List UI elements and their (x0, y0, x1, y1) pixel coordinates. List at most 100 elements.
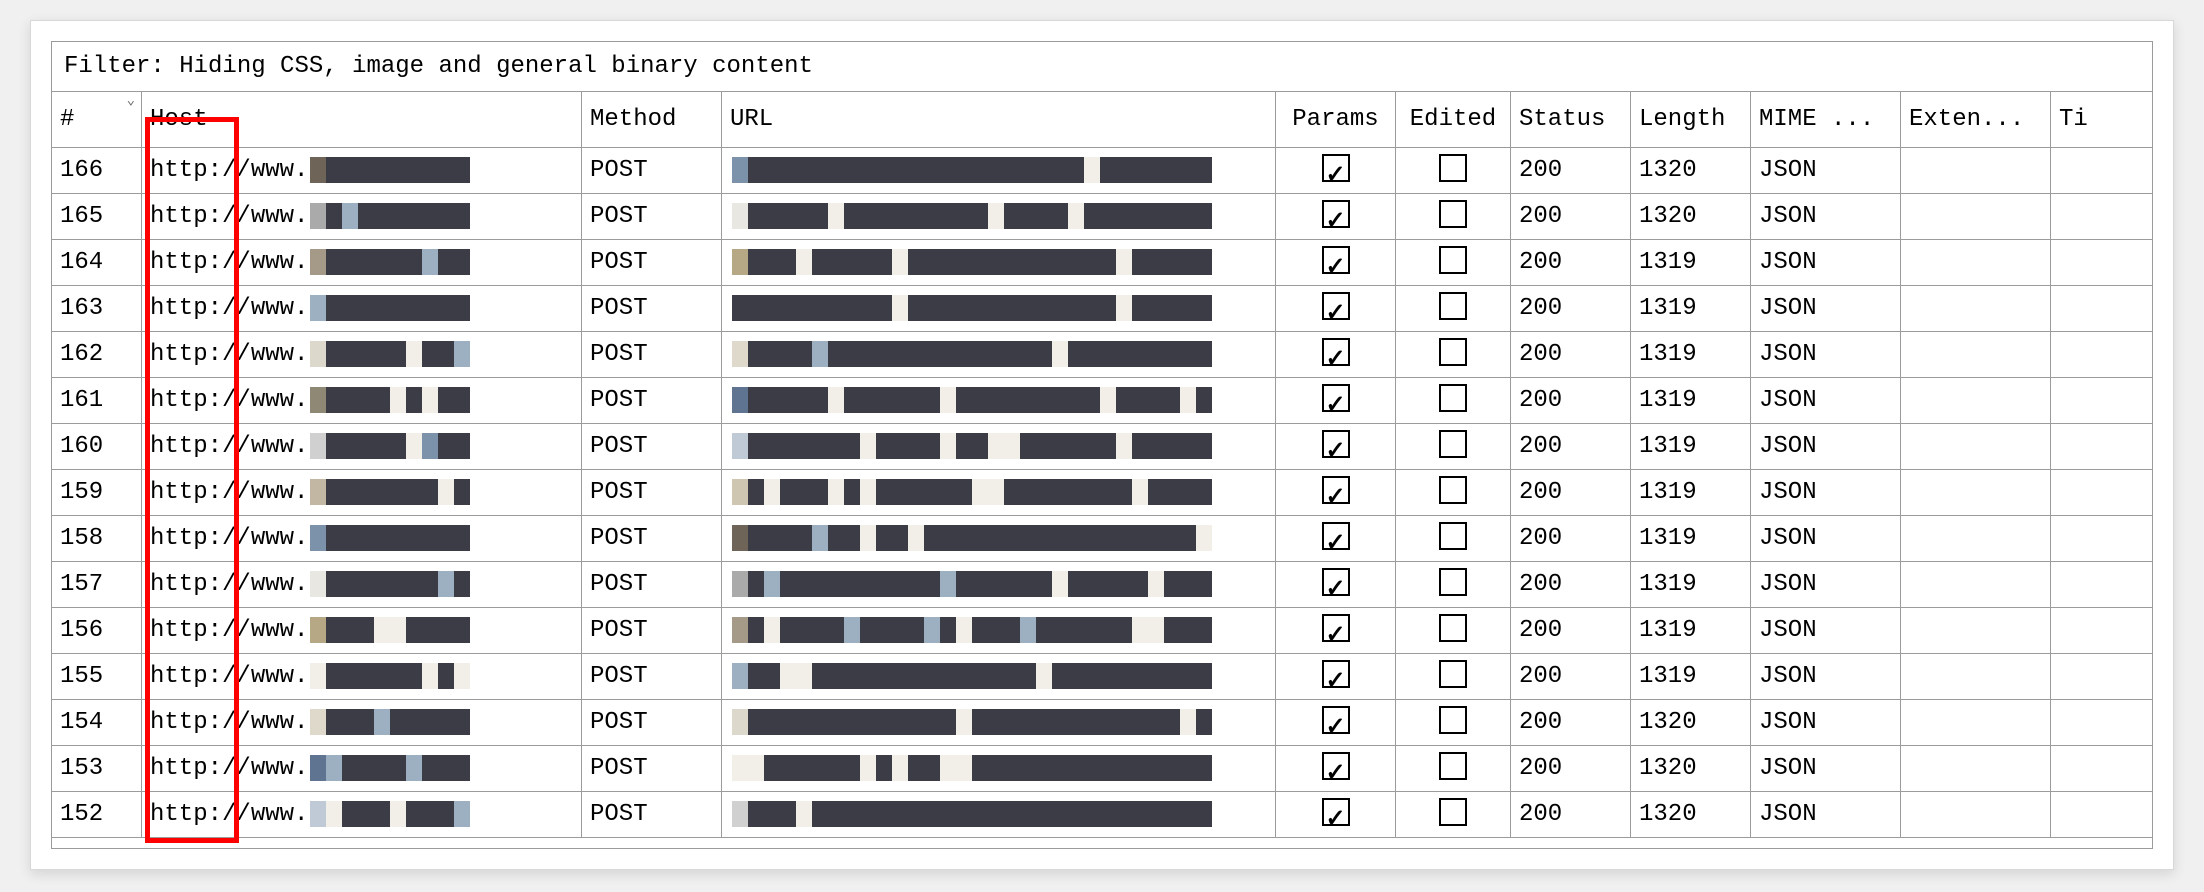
cell-params (1276, 424, 1396, 469)
cell-number: 159 (52, 470, 142, 515)
cell-number: 158 (52, 516, 142, 561)
cell-method: POST (582, 792, 722, 837)
table-row[interactable]: 163http://www.POST2001319JSON (52, 286, 2152, 332)
redacted-content (310, 663, 470, 689)
cell-status: 200 (1511, 194, 1631, 239)
cell-status: 200 (1511, 700, 1631, 745)
cell-method: POST (582, 654, 722, 699)
cell-status: 200 (1511, 240, 1631, 285)
edited-checkbox (1439, 384, 1467, 412)
cell-title (2051, 240, 2121, 285)
col-header-mime[interactable]: MIME ... (1751, 92, 1901, 147)
table-row[interactable]: 165http://www.POST2001320JSON (52, 194, 2152, 240)
table-row[interactable]: 152http://www.POST2001320JSON (52, 792, 2152, 838)
cell-status: 200 (1511, 792, 1631, 837)
table-row[interactable]: 157http://www.POST2001319JSON (52, 562, 2152, 608)
cell-url (722, 608, 1276, 653)
cell-host: http://www. (142, 332, 582, 377)
edited-checkbox (1439, 476, 1467, 504)
cell-status: 200 (1511, 516, 1631, 561)
cell-status: 200 (1511, 148, 1631, 193)
redacted-content (310, 249, 470, 275)
cell-extension (1901, 654, 2051, 699)
edited-checkbox (1439, 522, 1467, 550)
cell-method: POST (582, 746, 722, 791)
cell-extension (1901, 194, 2051, 239)
cell-number: 166 (52, 148, 142, 193)
cell-edited (1396, 608, 1511, 653)
cell-extension (1901, 378, 2051, 423)
cell-host: http://www. (142, 516, 582, 561)
col-header-method[interactable]: Method (582, 92, 722, 147)
col-title-label: Ti (2059, 106, 2088, 133)
cell-url (722, 194, 1276, 239)
col-header-extension[interactable]: Exten... (1901, 92, 2051, 147)
cell-url (722, 700, 1276, 745)
redacted-content (310, 295, 470, 321)
cell-extension (1901, 424, 2051, 469)
table-row[interactable]: 166http://www.POST2001320JSON (52, 148, 2152, 194)
edited-checkbox (1439, 568, 1467, 596)
col-header-url[interactable]: URL (722, 92, 1276, 147)
cell-length: 1319 (1631, 654, 1751, 699)
cell-mime: JSON (1751, 470, 1901, 515)
col-header-length[interactable]: Length (1631, 92, 1751, 147)
redacted-content (310, 801, 470, 827)
params-checkbox (1322, 706, 1350, 734)
cell-number: 157 (52, 562, 142, 607)
col-ext-label: Exten... (1909, 106, 2024, 133)
table-row[interactable]: 164http://www.POST2001319JSON (52, 240, 2152, 286)
cell-host: http://www. (142, 286, 582, 331)
col-header-title[interactable]: Ti (2051, 92, 2121, 147)
cell-params (1276, 148, 1396, 193)
cell-host: http://www. (142, 240, 582, 285)
table-row[interactable]: 156http://www.POST2001319JSON (52, 608, 2152, 654)
col-header-host[interactable]: Host (142, 92, 582, 147)
col-header-status[interactable]: Status (1511, 92, 1631, 147)
cell-method: POST (582, 332, 722, 377)
edited-checkbox (1439, 614, 1467, 642)
filter-bar[interactable]: Filter: Hiding CSS, image and general bi… (52, 42, 2152, 92)
cell-status: 200 (1511, 470, 1631, 515)
table-row[interactable]: 160http://www.POST2001319JSON (52, 424, 2152, 470)
params-checkbox (1322, 154, 1350, 182)
table-row[interactable]: 158http://www.POST2001319JSON (52, 516, 2152, 562)
cell-host: http://www. (142, 700, 582, 745)
cell-params (1276, 792, 1396, 837)
cell-edited (1396, 332, 1511, 377)
params-checkbox (1322, 338, 1350, 366)
cell-host: http://www. (142, 378, 582, 423)
host-prefix: http://www. (150, 424, 308, 469)
col-header-edited[interactable]: Edited (1396, 92, 1511, 147)
cell-method: POST (582, 424, 722, 469)
cell-host: http://www. (142, 654, 582, 699)
params-checkbox (1322, 384, 1350, 412)
host-prefix: http://www. (150, 562, 308, 607)
cell-method: POST (582, 608, 722, 653)
redacted-content (732, 571, 1212, 597)
redacted-content (732, 525, 1212, 551)
cell-mime: JSON (1751, 516, 1901, 561)
cell-url (722, 562, 1276, 607)
cell-extension (1901, 332, 2051, 377)
cell-params (1276, 608, 1396, 653)
col-header-params[interactable]: Params (1276, 92, 1396, 147)
table-row[interactable]: 155http://www.POST2001319JSON (52, 654, 2152, 700)
table-row[interactable]: 162http://www.POST2001319JSON (52, 332, 2152, 378)
edited-checkbox (1439, 154, 1467, 182)
table-row[interactable]: 153http://www.POST2001320JSON (52, 746, 2152, 792)
cell-number: 163 (52, 286, 142, 331)
cell-params (1276, 194, 1396, 239)
cell-status: 200 (1511, 378, 1631, 423)
params-checkbox (1322, 614, 1350, 642)
table-row[interactable]: 159http://www.POST2001319JSON (52, 470, 2152, 516)
cell-extension (1901, 746, 2051, 791)
cell-number: 152 (52, 792, 142, 837)
redacted-content (310, 755, 470, 781)
cell-params (1276, 562, 1396, 607)
cell-status: 200 (1511, 654, 1631, 699)
table-row[interactable]: 161http://www.POST2001319JSON (52, 378, 2152, 424)
redacted-content (732, 479, 1212, 505)
col-header-number[interactable]: # ⌄ (52, 92, 142, 147)
table-row[interactable]: 154http://www.POST2001320JSON (52, 700, 2152, 746)
